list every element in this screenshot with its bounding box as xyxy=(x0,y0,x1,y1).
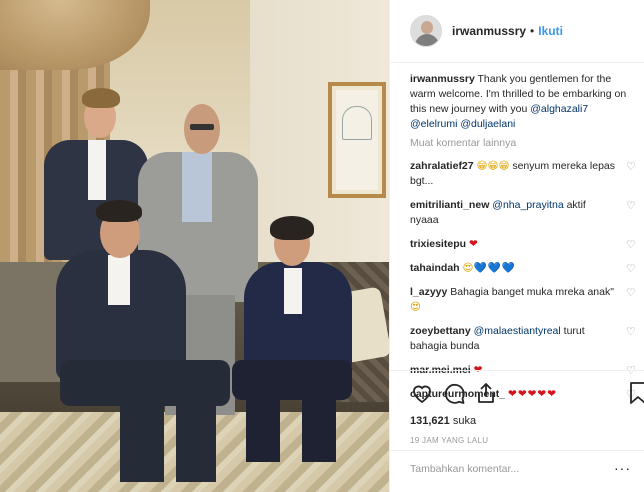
comment-icon[interactable] xyxy=(442,381,466,405)
comment-emoji: 😍 xyxy=(462,262,474,274)
comment-item: trixiesitepu ❤ ♡ xyxy=(410,237,638,252)
comment-mention[interactable]: @nha_prayitna xyxy=(492,199,563,211)
comment-like-icon[interactable]: ♡ xyxy=(626,263,638,275)
comment-like-icon[interactable]: ♡ xyxy=(626,239,638,251)
photo-wall-frame xyxy=(328,82,386,198)
caption-mention[interactable]: @duljaelani xyxy=(460,118,515,130)
add-comment-placeholder: Tambahkan komentar... xyxy=(410,463,520,475)
comment-item: emitrilianti_new @nha_prayitna aktif nya… xyxy=(410,198,638,228)
add-comment-field[interactable]: Tambahkan komentar... ··· xyxy=(390,450,644,492)
caption-mention[interactable]: @elelrumi xyxy=(410,118,457,130)
post-photo[interactable] xyxy=(0,0,389,492)
frame-sketch xyxy=(342,106,372,140)
comment-username[interactable]: trixiesitepu xyxy=(410,238,466,250)
comment-like-icon[interactable]: ♡ xyxy=(626,287,638,299)
caption-mention[interactable]: @alghazali7 xyxy=(530,103,588,115)
header-separator: • xyxy=(530,24,535,38)
comment-username[interactable]: l_azyyy xyxy=(410,286,447,298)
comment-like-icon[interactable]: ♡ xyxy=(626,200,638,212)
comment-item: tahaindah 😍💙💙💙 ♡ xyxy=(410,261,638,276)
comment-item: l_azyyy Bahagia banget muka mreka anak" … xyxy=(410,285,638,315)
comment-like-icon[interactable]: ♡ xyxy=(626,326,638,338)
comment-item: zoeybettany @malaestiantyreal turut baha… xyxy=(410,324,638,354)
comment-hearts: 💙💙💙 xyxy=(473,262,516,274)
comment-username[interactable]: zoeybettany xyxy=(410,325,471,337)
likes-number: 131,621 xyxy=(410,415,450,427)
comment-username[interactable]: tahaindah xyxy=(410,262,460,274)
comment-item: zahralatief27 😁😁😁 senyum mereka lepas bg… xyxy=(410,159,638,189)
comment-emoji: 😁😁😁 xyxy=(476,160,510,172)
more-options-icon[interactable]: ··· xyxy=(614,460,631,476)
comment-username[interactable]: zahralatief27 xyxy=(410,160,474,172)
likes-count[interactable]: 131,621 suka xyxy=(410,415,625,427)
comment-emoji: ❤ xyxy=(468,238,479,250)
header-username[interactable]: irwanmussry xyxy=(452,24,526,38)
caption-username[interactable]: irwanmussry xyxy=(410,73,475,85)
post-timestamp[interactable]: 19 JAM YANG LALU xyxy=(410,436,625,445)
likes-suffix: suka xyxy=(452,415,477,427)
comment-username[interactable]: emitrilianti_new xyxy=(410,199,489,211)
load-more-comments[interactable]: Muat komentar lainnya xyxy=(410,136,638,151)
comment-list: irwanmussry Thank you gentlemen for the … xyxy=(410,72,638,411)
follow-button[interactable]: Ikuti xyxy=(538,24,563,38)
comment-like-icon[interactable]: ♡ xyxy=(626,161,638,173)
comment-mention[interactable]: @malaestiantyreal xyxy=(474,325,561,337)
post-caption: irwanmussry Thank you gentlemen for the … xyxy=(410,72,638,132)
avatar[interactable] xyxy=(410,15,442,47)
share-icon[interactable] xyxy=(474,381,498,405)
post-side-panel: irwanmussry • Ikuti irwanmussry Thank yo… xyxy=(389,0,644,492)
bookmark-icon[interactable] xyxy=(626,381,644,405)
action-icons xyxy=(410,381,644,407)
heart-icon[interactable] xyxy=(410,381,434,405)
comment-emoji: 😍 xyxy=(410,301,421,313)
post-header: irwanmussry • Ikuti xyxy=(390,0,644,63)
photo-curtain-valance xyxy=(0,0,150,70)
comment-text: Bahagia banget muka mreka anak" xyxy=(450,286,614,298)
post-actions: 131,621 suka 19 JAM YANG LALU xyxy=(390,370,644,445)
